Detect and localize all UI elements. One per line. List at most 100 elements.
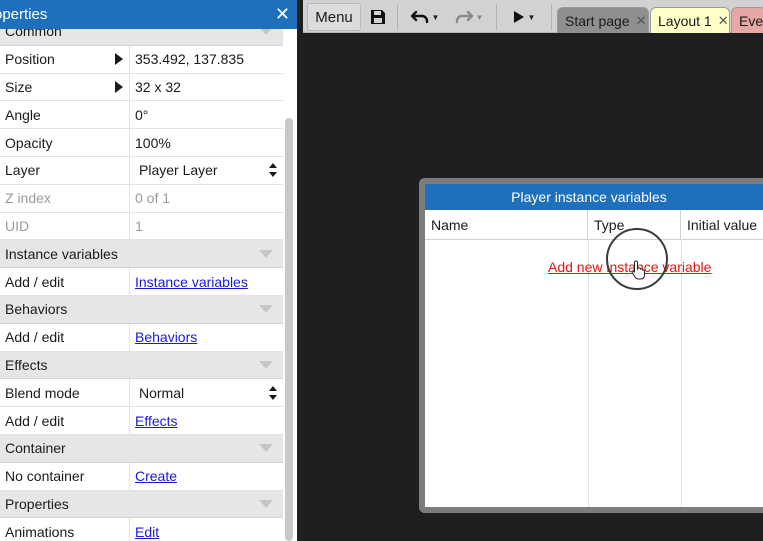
hand-cursor-icon: [631, 260, 645, 280]
close-icon[interactable]: ✕: [718, 13, 729, 29]
section-header[interactable]: Container: [0, 434, 283, 463]
close-icon[interactable]: ✕: [636, 13, 647, 29]
chevron-down-icon[interactable]: [259, 249, 273, 258]
property-key-cell: Opacity: [0, 129, 130, 156]
property-key-cell: Add / edit: [0, 268, 130, 295]
property-value: 0 of 1: [135, 190, 171, 207]
property-link[interactable]: Effects: [135, 413, 178, 429]
tab-label: Start page: [565, 12, 630, 29]
properties-scrollbar[interactable]: [285, 118, 293, 541]
dialog-table-body: Add new instance variable: [425, 240, 763, 507]
property-row: Size 32 x 32: [0, 73, 283, 102]
section-header[interactable]: Behaviors: [0, 295, 283, 324]
tab-start-page[interactable]: Start page ✕: [557, 7, 649, 33]
section-header[interactable]: Effects: [0, 351, 283, 380]
property-value-cell: Player Layer: [130, 157, 283, 184]
column-divider: [588, 240, 589, 507]
property-row: Add / edit Behaviors: [0, 323, 283, 352]
menu-button[interactable]: Menu: [307, 3, 361, 31]
dialog-table-header: Name Type Initial value: [425, 210, 763, 240]
property-row: Opacity 100%: [0, 129, 283, 157]
property-label: Animations: [5, 523, 75, 540]
property-value-cell: Normal: [130, 379, 283, 406]
redo-icon[interactable]: ▼: [450, 3, 488, 31]
undo-icon[interactable]: ▼: [406, 3, 444, 31]
section-header[interactable]: Instance variables: [0, 240, 283, 269]
property-link[interactable]: Behaviors: [135, 329, 197, 345]
property-value-cell: 100%: [130, 129, 283, 156]
property-label: Add / edit: [5, 329, 65, 346]
property-key-cell: UID: [0, 212, 130, 240]
property-value-cell: Edit: [130, 518, 283, 541]
property-label: Layer: [5, 162, 41, 179]
property-label: Add / edit: [5, 273, 65, 290]
toolbar-separator: [551, 4, 552, 30]
property-value[interactable]: 353.492, 137.835: [135, 51, 244, 67]
property-value: 1: [135, 217, 143, 234]
property-key-cell: No container: [0, 462, 130, 490]
property-row: No container Create: [0, 462, 283, 491]
property-key-cell: Blend mode: [0, 379, 130, 407]
property-link[interactable]: Edit: [135, 524, 159, 540]
property-label: Angle: [5, 106, 41, 123]
section-title: Container: [5, 440, 66, 457]
property-label: Position: [5, 51, 55, 68]
property-row: Blend mode Normal: [0, 379, 283, 408]
property-row: Add / edit Instance variables: [0, 268, 283, 296]
property-key-cell: Angle: [0, 101, 130, 129]
section-header[interactable]: Properties: [0, 490, 283, 519]
chevron-down-icon[interactable]: [259, 499, 273, 508]
property-row: Position 353.492, 137.835: [0, 45, 283, 74]
tab-label: Ever: [739, 12, 763, 29]
select-arrows-icon[interactable]: [269, 385, 277, 400]
property-key-cell: Add / edit: [0, 323, 130, 351]
select-arrows-icon[interactable]: [269, 163, 277, 178]
property-label: Opacity: [5, 134, 53, 151]
column-header-initial-value[interactable]: Initial value: [681, 210, 763, 239]
close-icon[interactable]: ✕: [275, 4, 290, 24]
property-select-value[interactable]: Player Layer: [135, 162, 218, 178]
chevron-down-icon[interactable]: ▼: [528, 13, 536, 22]
property-value-cell: Instance variables: [130, 268, 283, 295]
property-value[interactable]: 100%: [135, 135, 171, 151]
property-key-cell: Size: [0, 73, 130, 101]
property-row: Add / edit Effects: [0, 407, 283, 435]
tab-event-sheet[interactable]: Ever: [731, 7, 763, 33]
property-key-cell: Position: [0, 45, 130, 73]
property-link[interactable]: Instance variables: [135, 274, 248, 290]
property-label: UID: [5, 217, 30, 234]
property-label: Blend mode: [5, 384, 80, 401]
property-value-cell: Create: [130, 463, 283, 490]
chevron-down-icon[interactable]: [259, 444, 273, 453]
column-divider: [681, 240, 682, 507]
properties-header: operties ✕: [0, 0, 297, 29]
property-label: Size: [5, 78, 33, 95]
property-key-cell: Z index: [0, 184, 130, 212]
property-value[interactable]: 32 x 32: [135, 79, 181, 95]
chevron-down-icon[interactable]: [259, 305, 273, 314]
tab-layout-1[interactable]: Layout 1 ✕: [650, 7, 730, 33]
property-row: UID 1: [0, 212, 283, 241]
expand-arrow-icon[interactable]: [115, 80, 123, 93]
toolbar-separator: [496, 4, 497, 30]
column-header-name[interactable]: Name: [425, 210, 588, 239]
chevron-down-icon[interactable]: ▼: [432, 13, 440, 22]
save-icon[interactable]: [367, 3, 389, 31]
properties-panel: Common Position 353.492, 137.835 Size 32 x 3…: [0, 0, 297, 541]
expand-arrow-icon[interactable]: [115, 53, 123, 66]
dialog-title: Player instance variables: [425, 184, 763, 210]
play-icon[interactable]: ▼: [506, 3, 542, 31]
property-row: Layer Player Layer: [0, 156, 283, 185]
property-value-cell: Effects: [130, 407, 283, 434]
property-value-cell: Behaviors: [130, 324, 283, 351]
tab-label: Layout 1: [658, 12, 712, 29]
property-row: Z index 0 of 1: [0, 184, 283, 213]
property-select-value[interactable]: Normal: [135, 385, 184, 401]
chevron-down-icon[interactable]: ▼: [476, 13, 484, 22]
chevron-down-icon[interactable]: [259, 360, 273, 369]
section-title: Effects: [5, 356, 48, 373]
property-link[interactable]: Create: [135, 468, 177, 484]
property-label: Add / edit: [5, 412, 65, 429]
property-value-cell: 0°: [130, 101, 283, 128]
property-value[interactable]: 0°: [135, 107, 148, 123]
